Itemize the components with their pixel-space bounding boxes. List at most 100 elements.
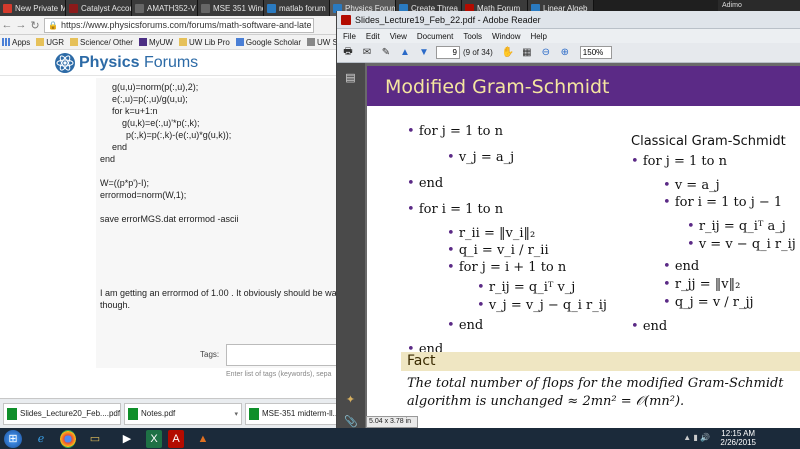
bookmark-apps[interactable]: Apps bbox=[2, 38, 30, 47]
email-icon[interactable]: ✉ bbox=[360, 46, 374, 60]
slide-line: • for j = 1 to n bbox=[631, 154, 727, 169]
volume-icon[interactable]: 🔊 bbox=[700, 433, 710, 442]
bullet-icon: • bbox=[663, 295, 671, 310]
site-header: Physics Forums bbox=[0, 50, 340, 76]
fact-label: Fact bbox=[407, 353, 436, 369]
media-player-icon[interactable]: ▶ bbox=[114, 430, 140, 448]
code-line: p(:,k)=p(:,k)-(e(:,u)*g(u,k)); bbox=[126, 130, 232, 140]
hand-tool-icon[interactable]: ✋ bbox=[501, 46, 515, 60]
ie-icon[interactable]: ℯ bbox=[28, 430, 54, 448]
fit-page-icon[interactable]: ▦ bbox=[520, 46, 534, 60]
chrome-icon[interactable] bbox=[60, 429, 76, 448]
slide-line: • for i = 1 to j − 1 bbox=[663, 195, 783, 210]
reader-menu-bar: File Edit View Document Tools Window Hel… bbox=[337, 29, 800, 43]
code-line: g(u,u)=norm(p(:,u),2); bbox=[112, 82, 199, 92]
chrome-tab[interactable]: AMATH352-V bbox=[132, 0, 198, 16]
chrome-tab[interactable]: Catalyst Accou bbox=[66, 0, 132, 16]
attachment-icon[interactable]: 📎 bbox=[344, 415, 358, 429]
post-body: g(u,u)=norm(p(:,u),2); e(:,u)=p(:,u)/g(u… bbox=[96, 78, 340, 368]
chrome-tab[interactable]: matlab forum bbox=[264, 0, 330, 16]
reader-window: Slides_Lecture19_Feb_22.pdf - Adobe Read… bbox=[336, 11, 800, 428]
print-icon[interactable]: 🖶 bbox=[341, 46, 355, 60]
system-tray: ▲ ▮ 🔊 bbox=[683, 433, 710, 442]
file-icon bbox=[128, 407, 138, 420]
code-line: end bbox=[100, 154, 116, 164]
uw-icon bbox=[138, 38, 147, 46]
taskbar: ⊞ ℯ ▭ ▶ X A ▲ bbox=[0, 428, 800, 449]
menu-document[interactable]: Document bbox=[417, 32, 453, 41]
menu-edit[interactable]: Edit bbox=[366, 32, 380, 41]
slide-line: • r_jj = ‖v‖₂ bbox=[663, 277, 741, 292]
bookmark-folder[interactable]: Science/ Other bbox=[70, 38, 133, 47]
download-item[interactable]: MSE-351 midterm-ll... bbox=[245, 402, 337, 425]
bullet-icon: • bbox=[447, 243, 455, 258]
zoom-in-icon[interactable]: ⊕ bbox=[558, 46, 572, 60]
download-item[interactable]: Slides_Lecture20_Feb....pdf▾ bbox=[3, 402, 121, 425]
code-line: save errorMGS.dat errormod -ascii bbox=[100, 214, 239, 224]
arrow-up-icon[interactable]: ▲ bbox=[398, 46, 412, 60]
apps-grid-icon bbox=[2, 38, 10, 46]
page-icon bbox=[307, 38, 315, 46]
site-logo[interactable]: Physics Forums bbox=[54, 52, 198, 74]
forum-page: Physics Forums g(u,u)=norm(p(:,u),2); e(… bbox=[0, 50, 340, 398]
chevron-down-icon[interactable]: ▾ bbox=[234, 410, 238, 418]
file-icon bbox=[7, 407, 17, 420]
zoom-level-input[interactable]: 150% bbox=[579, 46, 612, 59]
file-explorer-icon[interactable]: ▭ bbox=[82, 430, 108, 448]
folder-icon bbox=[70, 38, 79, 46]
bullet-icon: • bbox=[663, 195, 671, 210]
network-icon[interactable]: ▮ bbox=[693, 433, 697, 442]
slide-line: • v_j = v_j − q_i r_ij bbox=[477, 298, 607, 313]
page-number-input[interactable]: 9 bbox=[436, 46, 460, 59]
tags-input[interactable] bbox=[226, 344, 340, 366]
code-line: errormod=norm(W,1); bbox=[100, 190, 187, 200]
folder-icon bbox=[36, 38, 45, 46]
adobe-reader-icon[interactable]: A bbox=[168, 429, 184, 448]
bullet-icon: • bbox=[447, 318, 455, 333]
menu-help[interactable]: Help bbox=[531, 32, 547, 41]
slide-line: • v = v − q_i r_ij bbox=[687, 237, 796, 252]
bookmark-link[interactable]: Google Scholar bbox=[235, 38, 301, 47]
matlab-icon[interactable]: ▲ bbox=[190, 430, 216, 448]
chrome-tab[interactable]: MSE 351 Wind bbox=[198, 0, 264, 16]
bookmarks-bar: Apps UGR Science/ Other MyUW UW Lib Pro … bbox=[0, 35, 340, 50]
url-input[interactable]: 🔒 https://www.physicsforums.com/forums/m… bbox=[44, 17, 314, 33]
pages-panel-icon[interactable]: ▤ bbox=[344, 71, 357, 85]
bookmark-folder[interactable]: UGR bbox=[36, 38, 64, 47]
menu-file[interactable]: File bbox=[343, 32, 356, 41]
comment-icon[interactable]: ✎ bbox=[379, 46, 393, 60]
back-icon[interactable]: ← bbox=[0, 19, 14, 31]
bullet-icon: • bbox=[631, 154, 639, 169]
page-count: (9 of 34) bbox=[463, 48, 493, 57]
bullet-icon: • bbox=[631, 319, 639, 334]
clock-date: 2/26/2015 bbox=[720, 438, 756, 447]
start-icon[interactable]: ⊞ bbox=[4, 429, 22, 448]
reload-icon[interactable]: ↻ bbox=[28, 19, 42, 32]
excel-icon[interactable]: X bbox=[146, 429, 162, 448]
bookmark-folder[interactable]: UW Lib Pro bbox=[178, 38, 230, 47]
slide-line: • q_i = v_i / r_ii bbox=[447, 243, 549, 258]
chrome-tab[interactable]: New Private M bbox=[0, 0, 66, 16]
bullet-icon: • bbox=[447, 260, 455, 275]
slide-line: • for i = 1 to n bbox=[407, 202, 504, 217]
bullet-icon: • bbox=[407, 176, 415, 191]
downloads-bar: Slides_Lecture20_Feb....pdf▾ Notes.pdf▾ … bbox=[0, 398, 340, 428]
arrow-up-icon[interactable]: ▲ bbox=[683, 433, 691, 442]
taskbar-clock[interactable]: 12:15 AM 2/26/2015 bbox=[720, 429, 756, 447]
chrome-window: ← → ↻ 🔒 https://www.physicsforums.com/fo… bbox=[0, 16, 340, 428]
download-item[interactable]: Notes.pdf ▾ bbox=[124, 402, 242, 425]
forward-icon[interactable]: → bbox=[14, 19, 28, 31]
folder-icon bbox=[178, 38, 187, 46]
bookmark-panel-icon[interactable]: ✦ bbox=[344, 393, 357, 407]
arrow-down-icon[interactable]: ▼ bbox=[417, 46, 431, 60]
file-icon bbox=[249, 407, 259, 420]
slide-line: Classical Gram-Schmidt bbox=[631, 134, 786, 149]
zoom-out-icon[interactable]: ⊖ bbox=[539, 46, 553, 60]
menu-window[interactable]: Window bbox=[492, 32, 520, 41]
slide-line: • r_ij = q_iᵀ v_j bbox=[477, 280, 576, 295]
slide-line: • end bbox=[663, 259, 700, 274]
menu-view[interactable]: View bbox=[390, 32, 407, 41]
bookmark-link[interactable]: MyUW bbox=[138, 38, 173, 47]
menu-tools[interactable]: Tools bbox=[463, 32, 482, 41]
lock-icon: 🔒 bbox=[48, 20, 58, 30]
